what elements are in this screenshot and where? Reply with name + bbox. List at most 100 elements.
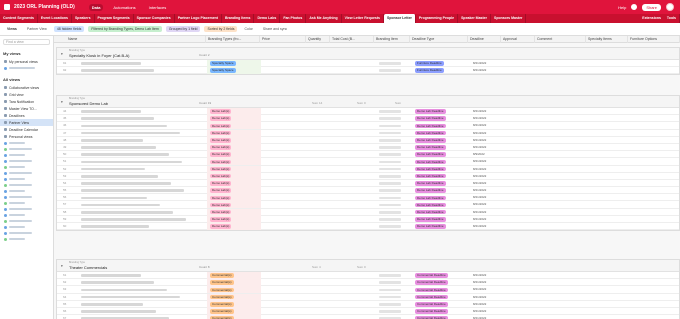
tab-sponsor-letter[interactable]: Sponsor Letter [383, 14, 416, 23]
tab-sponsors-master[interactable]: Sponsors Master [491, 14, 527, 23]
table-row[interactable]: 62 Commercial(s) Commercial Deadline 8/21/2… [57, 279, 679, 287]
branding-type-tag[interactable]: Commercial(s) [210, 280, 234, 285]
deadline-type-tag[interactable]: Commercial Deadline [415, 302, 448, 307]
branding-type-tag[interactable]: Commercial(s) [210, 309, 234, 314]
tab-demo-labs[interactable]: Demo Labs [254, 14, 281, 23]
tab-partner-logo-placement[interactable]: Partner Logo Placement [175, 14, 222, 23]
deadline-type-tag[interactable]: Demo Lab Deadline [415, 109, 446, 114]
branding-type-tag[interactable]: Demo Lab(s) [210, 130, 232, 136]
table-row[interactable]: 63 Commercial(s) Commercial Deadline 8/21/2… [57, 286, 679, 294]
tab-ask-me-anything[interactable]: Ask Me Anything [306, 14, 342, 23]
branding-type-tag[interactable]: Demo Lab(s) [210, 159, 232, 165]
branding-type-tag[interactable]: Demo Lab(s) [210, 138, 232, 143]
table-row[interactable]: 92 Specialty Space Furniture Deadline 8/21/… [57, 67, 679, 75]
deadline-type-tag[interactable]: Demo Lab Deadline [415, 202, 446, 208]
branding-type-tag[interactable]: Commercial(s) [210, 302, 234, 307]
branding-type-tag[interactable]: Demo Lab(s) [210, 166, 232, 172]
table-row[interactable]: 56 Demo Lab(s) Demo Lab Deadline 8/21/2022 [57, 194, 679, 202]
branding-type-tag[interactable]: Demo Lab(s) [210, 224, 232, 229]
deadline-type-tag[interactable]: Furniture Deadline [415, 61, 444, 66]
branding-type-tag[interactable]: Demo Lab(s) [210, 181, 232, 186]
branding-type-tag[interactable]: Demo Lab(s) [210, 173, 232, 179]
share-sync-button[interactable]: Share and sync [260, 26, 290, 32]
table-row[interactable]: 66 Commercial(s) Commercial Deadline 8/21/2… [57, 307, 679, 316]
sidebar-item-deadlines[interactable]: Deadlines [0, 112, 53, 119]
help-link[interactable]: Help [618, 5, 626, 10]
deadline-type-tag[interactable]: Demo Lab Deadline [415, 166, 446, 172]
table-row[interactable]: 57 Demo Lab(s) Demo Lab Deadline 8/21/2022 [57, 201, 679, 209]
deadline-type-tag[interactable]: Commercial Deadline [415, 273, 448, 278]
branding-type-tag[interactable]: Demo Lab(s) [210, 123, 232, 129]
table-row[interactable]: 44 Demo Lab(s) Demo Lab Deadline 8/21/2022 [57, 108, 679, 116]
group-button[interactable]: Grouped by 1 field [165, 26, 201, 32]
deadline-type-tag[interactable]: Demo Lab Deadline [415, 152, 446, 157]
table-row[interactable]: 49 Demo Lab(s) Demo Lab Deadline 8/21/2022 [57, 143, 679, 152]
deadline-type-tag[interactable]: Commercial Deadline [415, 287, 448, 293]
deadline-type-tag[interactable]: Demo Lab Deadline [415, 195, 446, 201]
sidebar-personal-item[interactable] [0, 236, 53, 242]
branding-type-tag[interactable]: Demo Lab(s) [210, 145, 232, 150]
find-view-input[interactable]: Find a view [3, 39, 50, 45]
deadline-type-tag[interactable]: Demo Lab Deadline [415, 116, 446, 121]
branding-type-tag[interactable]: Demo Lab(s) [210, 109, 232, 114]
nav-automations[interactable]: Automations [110, 4, 138, 11]
branding-type-tag[interactable]: Demo Lab(s) [210, 188, 232, 193]
collapse-caret-icon[interactable]: ▾ [61, 100, 63, 104]
branding-type-tag[interactable]: Demo Lab(s) [210, 195, 232, 201]
branding-type-tag[interactable]: Specialty Space [210, 68, 236, 73]
table-row[interactable]: 65 Commercial(s) Commercial Deadline 8/21/2… [57, 300, 679, 308]
table-row[interactable]: 91 Specialty Space Furniture Deadline 8/21/… [57, 60, 679, 68]
share-button[interactable]: Share [642, 3, 661, 11]
table-row[interactable]: 46 Demo Lab(s) Demo Lab Deadline 8/21/2022 [57, 122, 679, 130]
group-header[interactable]: ▾ Branding Type Specialty Kiosk in Foyer (… [57, 48, 679, 60]
tab-view-letter-requests[interactable]: View Letter Requests [342, 14, 384, 23]
deadline-type-tag[interactable]: Demo Lab Deadline [415, 159, 446, 165]
table-row[interactable]: 54 Demo Lab(s) Demo Lab Deadline 8/21/2022 [57, 179, 679, 188]
app-logo-icon[interactable] [4, 4, 10, 10]
collaborative-views[interactable]: Collaborative views [0, 84, 53, 91]
deadline-type-tag[interactable]: Commercial Deadline [415, 280, 448, 285]
my-personal-views[interactable]: My personal views [0, 58, 53, 65]
tab-program-segments[interactable]: Program Segments [95, 14, 134, 23]
group-header[interactable]: ▾ Branding Type Sponsored Demo Lab Count 19… [57, 96, 679, 108]
branding-type-tag[interactable]: Demo Lab(s) [210, 152, 232, 157]
table-row[interactable]: 45 Demo Lab(s) Demo Lab Deadline 8/21/2022 [57, 115, 679, 123]
table-row[interactable]: 52 Demo Lab(s) Demo Lab Deadline 8/21/2022 [57, 165, 679, 173]
base-title[interactable]: 2023 ORL Planning (OLD) [14, 4, 75, 10]
deadline-type-tag[interactable]: Demo Lab Deadline [415, 188, 446, 193]
deadline-type-tag[interactable]: Demo Lab Deadline [415, 138, 446, 143]
deadline-type-tag[interactable]: Demo Lab Deadline [415, 209, 446, 215]
deadline-type-tag[interactable]: Demo Lab Deadline [415, 224, 446, 229]
column-header-approval[interactable]: Approval [501, 36, 535, 43]
collapse-caret-icon[interactable]: ▾ [61, 264, 63, 268]
table-row[interactable]: 61 Commercial(s) Commercial Deadline 8/21/2… [57, 272, 679, 280]
sidebar-item-grid-view[interactable]: Grid view [0, 91, 53, 98]
sidebar-personal-item[interactable] [0, 65, 53, 71]
column-header-specialty-items[interactable]: Specialty Items [586, 36, 628, 43]
column-header-branding-types-fro[interactable]: Branding Types (fro... [206, 36, 260, 43]
branding-type-tag[interactable]: Specialty Space [210, 61, 236, 66]
table-row[interactable]: 48 Demo Lab(s) Demo Lab Deadline 8/21/2022 [57, 136, 679, 144]
branding-type-tag[interactable]: Commercial(s) [210, 287, 234, 293]
filter-button[interactable]: Filtered by Branding Types, Demo Lab Ite… [88, 26, 162, 32]
sidebar-item-tara-notification[interactable]: Tara Notification [0, 98, 53, 105]
deadline-type-tag[interactable]: Demo Lab Deadline [415, 130, 446, 136]
tab-speaker-master[interactable]: Speaker Master [458, 14, 491, 23]
views-toggle-button[interactable]: Views [4, 26, 20, 32]
deadline-type-tag[interactable]: Commercial Deadline [415, 294, 448, 300]
column-header-name[interactable]: Name [66, 36, 206, 43]
personal-views[interactable]: Personal views [0, 133, 53, 140]
table-row[interactable]: 53 Demo Lab(s) Demo Lab Deadline 8/21/2022 [57, 172, 679, 180]
tab-content-segments[interactable]: Content Segments [0, 14, 38, 23]
sort-button[interactable]: Sorted by 2 fields [204, 26, 238, 32]
tab-extensions[interactable]: Extensions [639, 14, 664, 23]
tab-event-locations[interactable]: Event Locations [38, 14, 72, 23]
column-header-deadline[interactable]: Deadline [468, 36, 501, 43]
branding-type-tag[interactable]: Demo Lab(s) [210, 116, 232, 121]
column-header-quantity[interactable]: Quantity [306, 36, 330, 43]
tab-programming-people[interactable]: Programming People [416, 14, 459, 23]
user-avatar[interactable] [666, 3, 674, 11]
tab-fan-photos[interactable]: Fan Photos [280, 14, 307, 23]
table-row[interactable]: 67 Commercial(s) Commercial Deadline 8/21/2… [57, 315, 679, 319]
tab-branding-items[interactable]: Branding Items [222, 14, 255, 23]
